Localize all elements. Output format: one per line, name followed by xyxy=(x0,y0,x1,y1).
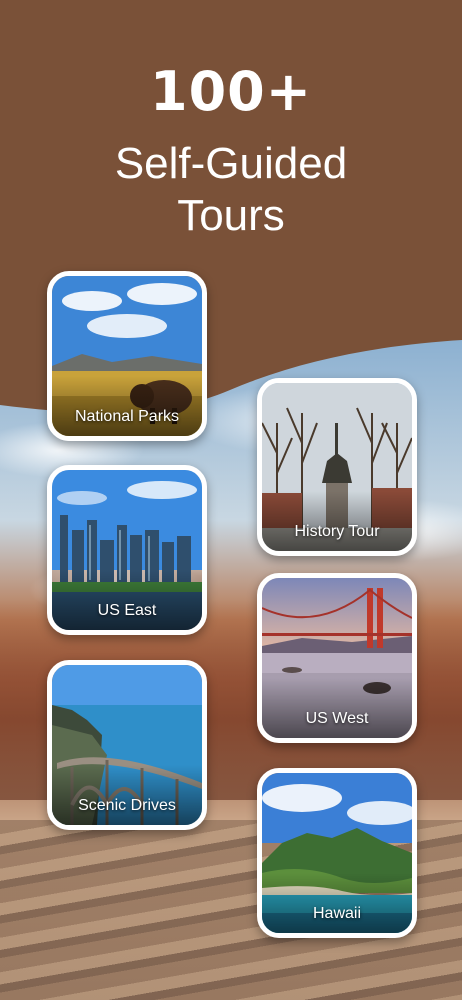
label-shade xyxy=(52,765,202,825)
headline-line-1: Self-Guided xyxy=(114,139,348,188)
label-shade xyxy=(262,678,412,738)
tile-us-east[interactable]: US East xyxy=(47,465,207,635)
label-shade xyxy=(52,376,202,436)
headline-number: 100+ xyxy=(150,60,312,123)
headline-line-2: Tours xyxy=(177,191,285,240)
tile-label: US West xyxy=(305,710,369,727)
label-shade xyxy=(262,491,412,551)
tile-label: US East xyxy=(97,602,157,619)
tile-history-tour[interactable]: History Tour xyxy=(257,378,417,556)
tile-label: History Tour xyxy=(294,523,380,540)
tile-hawaii[interactable]: Hawaii xyxy=(257,768,417,938)
label-shade xyxy=(52,570,202,630)
headline-subtitle: Self-Guided Tours xyxy=(0,138,462,242)
tile-national-parks[interactable]: National Parks xyxy=(47,271,207,441)
tile-us-west[interactable]: US West xyxy=(257,573,417,743)
tile-label: National Parks xyxy=(74,408,180,425)
tile-scenic-drives[interactable]: Scenic Drives xyxy=(47,660,207,830)
label-shade xyxy=(262,873,412,933)
tile-label: Hawaii xyxy=(312,905,361,922)
tile-label: Scenic Drives xyxy=(78,797,176,814)
